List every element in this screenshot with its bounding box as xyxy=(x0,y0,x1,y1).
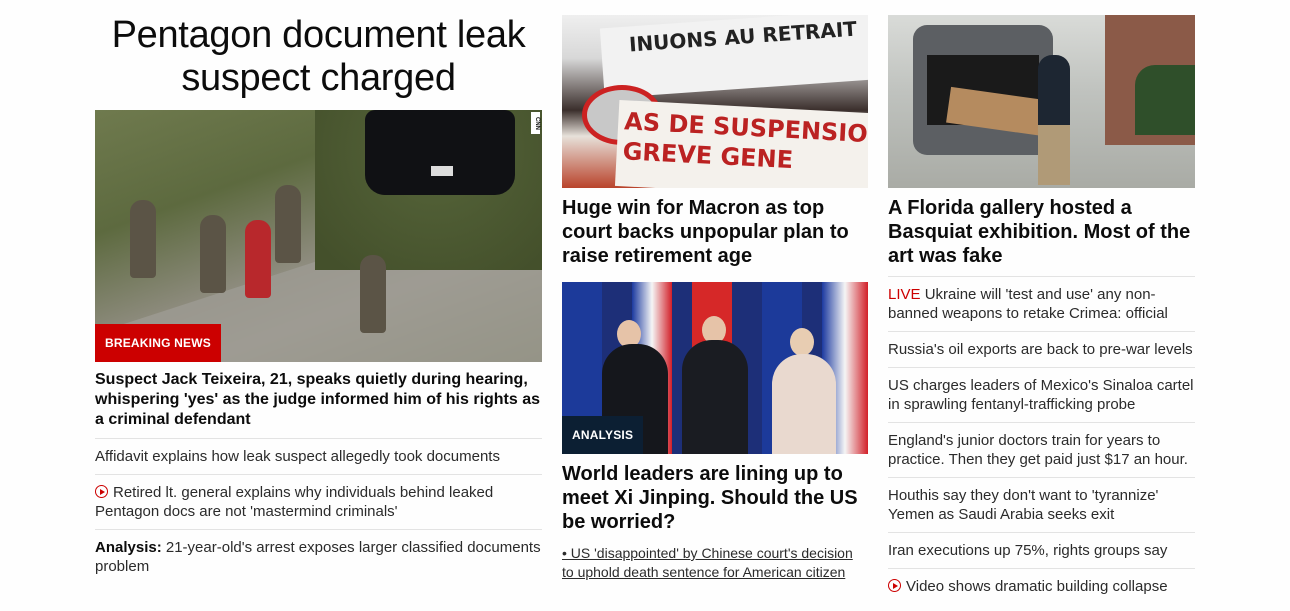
lead-column: Pentagon document leak suspect charged C… xyxy=(95,0,542,584)
story-headline[interactable]: World leaders are lining up to meet Xi J… xyxy=(562,462,868,534)
link-text[interactable]: Ukraine will 'test and use' any non-bann… xyxy=(888,286,1168,322)
image-figure xyxy=(245,220,271,298)
cnn-bug: CNN xyxy=(531,112,540,134)
list-item[interactable]: Analysis: 21-year-old's arrest exposes l… xyxy=(95,529,542,584)
lead-headline[interactable]: Pentagon document leak suspect charged xyxy=(95,14,542,100)
link-text[interactable]: Houthis say they don't want to 'tyranniz… xyxy=(888,487,1158,523)
list-item[interactable]: Russia's oil exports are back to pre-war… xyxy=(888,331,1195,367)
lead-related-links: Affidavit explains how leak suspect alle… xyxy=(95,438,542,584)
play-icon xyxy=(95,485,108,498)
image-suit xyxy=(772,354,836,454)
right-column: A Florida gallery hosted a Basquiat exhi… xyxy=(888,0,1195,604)
list-item[interactable]: Iran executions up 75%, rights groups sa… xyxy=(888,532,1195,568)
link-text[interactable]: US charges leaders of Mexico's Sinaloa c… xyxy=(888,377,1194,413)
right-headline-list: LIVE Ukraine will 'test and use' any non… xyxy=(888,276,1195,604)
list-item[interactable]: England's junior doctors train for years… xyxy=(888,422,1195,477)
lead-subheadline[interactable]: Suspect Jack Teixeira, 21, speaks quietl… xyxy=(95,370,542,430)
image-figure xyxy=(360,255,386,333)
image-figure-legs xyxy=(1038,125,1070,185)
middle-column: INUONS AU RETRAIT AS DE SUSPENSIO GREVE … xyxy=(562,0,868,582)
world-leaders-image[interactable]: ANALYSIS xyxy=(562,282,868,454)
list-item[interactable]: Retired lt. general explains why individ… xyxy=(95,474,542,529)
image-figure xyxy=(275,185,301,263)
image-suv xyxy=(365,110,515,195)
image-hedge xyxy=(1135,65,1195,135)
image-suit xyxy=(682,340,748,454)
link-text[interactable]: Iran executions up 75%, rights groups sa… xyxy=(888,542,1167,559)
image-banner: INUONS AU RETRAIT xyxy=(599,15,868,99)
related-link[interactable]: • US 'disappointed' by Chinese court's d… xyxy=(562,544,868,582)
list-item[interactable]: US charges leaders of Mexico's Sinaloa c… xyxy=(888,367,1195,422)
link-text[interactable]: 21-year-old's arrest exposes larger clas… xyxy=(95,539,541,575)
list-item[interactable]: Houthis say they don't want to 'tyranniz… xyxy=(888,477,1195,532)
link-text[interactable]: Russia's oil exports are back to pre-war… xyxy=(888,341,1193,358)
story-headline[interactable]: A Florida gallery hosted a Basquiat exhi… xyxy=(888,196,1195,268)
image-figure xyxy=(200,215,226,293)
protest-image[interactable]: INUONS AU RETRAIT AS DE SUSPENSIO GREVE … xyxy=(562,15,868,188)
gallery-image[interactable] xyxy=(888,15,1195,188)
list-item[interactable]: Video shows dramatic building collapse xyxy=(888,568,1195,604)
live-label: LIVE xyxy=(888,286,921,303)
analysis-badge: ANALYSIS xyxy=(562,416,644,454)
image-banner: AS DE SUSPENSIO GREVE GENE xyxy=(614,99,868,188)
image-van xyxy=(913,25,1053,155)
link-text[interactable]: Video shows dramatic building collapse xyxy=(906,578,1168,595)
play-icon xyxy=(888,579,901,592)
list-item[interactable]: LIVE Ukraine will 'test and use' any non… xyxy=(888,276,1195,331)
breaking-news-badge: BREAKING NEWS xyxy=(95,324,221,362)
link-text[interactable]: England's junior doctors train for years… xyxy=(888,432,1188,468)
lead-image[interactable]: CNN BREAKING NEWS xyxy=(95,110,542,362)
list-item[interactable]: Affidavit explains how leak suspect alle… xyxy=(95,438,542,474)
image-figure xyxy=(130,200,156,278)
image-head xyxy=(790,328,814,356)
link-text[interactable]: Retired lt. general explains why individ… xyxy=(95,484,493,520)
story-headline[interactable]: Huge win for Macron as top court backs u… xyxy=(562,196,868,268)
analysis-label: Analysis: xyxy=(95,539,162,556)
link-text[interactable]: Affidavit explains how leak suspect alle… xyxy=(95,448,500,465)
